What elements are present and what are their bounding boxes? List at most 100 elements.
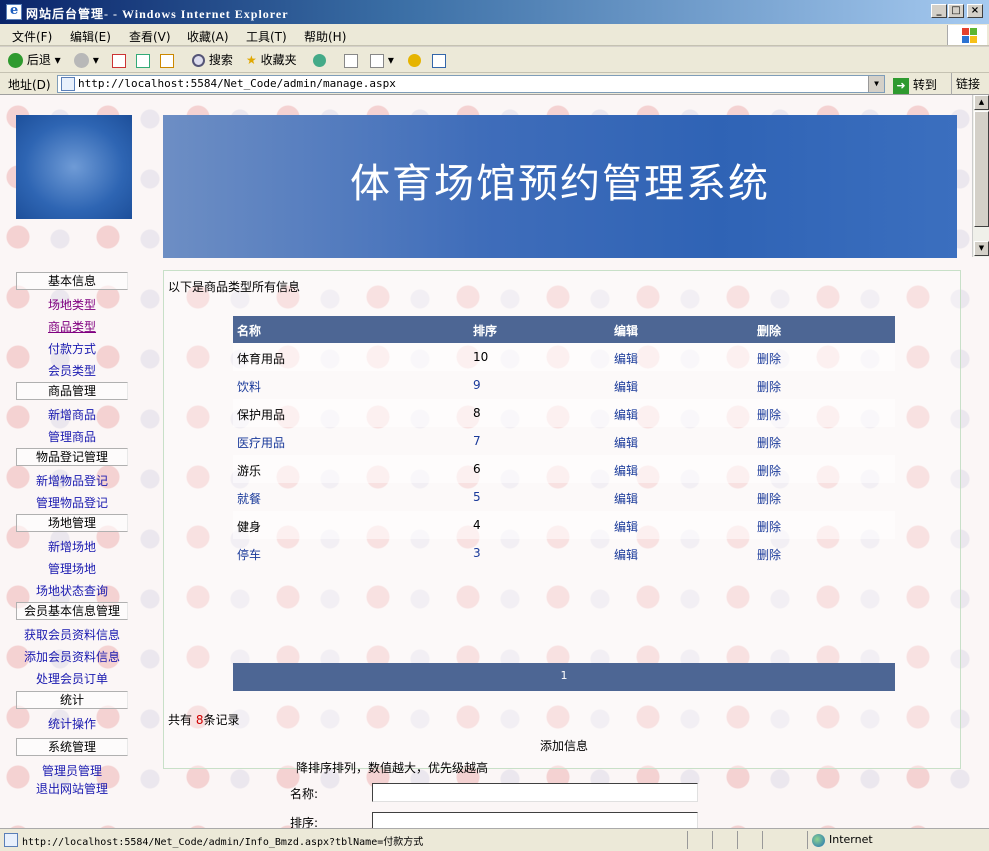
page-scrollbar[interactable]: ▲ ▼	[972, 95, 989, 257]
refresh-button[interactable]	[136, 51, 150, 69]
content-panel: 以下是商品类型所有信息 名称 排序 编辑 删除 体育用品 10 编辑 删除 饮料…	[163, 270, 961, 828]
menu-favorites[interactable]: 收藏(A)	[187, 28, 229, 45]
globe-icon	[812, 833, 825, 847]
scroll-thumb[interactable]	[974, 111, 989, 227]
sidebar-section-system[interactable]: 系统管理	[16, 738, 128, 756]
mail-button[interactable]	[344, 51, 358, 69]
address-input[interactable]: http://localhost:5584/Net_Code/admin/man…	[57, 75, 885, 93]
go-label: 转到	[912, 78, 937, 92]
sidebar-section-stats[interactable]: 统计	[16, 691, 128, 709]
order-input[interactable]	[372, 812, 698, 828]
delete-link[interactable]: 删除	[757, 518, 781, 535]
menu-file[interactable]: 文件(F)	[12, 28, 52, 45]
row-name: 体育用品	[237, 352, 286, 366]
forward-button[interactable]: ▾	[74, 51, 99, 69]
star-icon: ★	[246, 53, 257, 67]
delete-link[interactable]: 删除	[757, 350, 781, 367]
edit-link[interactable]: 编辑	[614, 434, 638, 451]
delete-link[interactable]: 删除	[757, 462, 781, 479]
sidebar-item-venue-status[interactable]: 场地状态查询	[36, 582, 108, 599]
back-arrow-icon	[8, 53, 23, 68]
sidebar-item-product-type[interactable]: 商品类型	[48, 318, 96, 335]
stop-button[interactable]	[112, 51, 126, 69]
delete-link[interactable]: 删除	[757, 406, 781, 423]
status-divider	[687, 831, 688, 849]
sidebar-section-item-registry[interactable]: 物品登记管理	[16, 448, 128, 466]
favorites-button[interactable]: ★ 收藏夹	[246, 51, 297, 69]
edit-link[interactable]: 编辑	[614, 406, 638, 423]
edit-link[interactable]: 编辑	[614, 490, 638, 507]
delete-link[interactable]: 删除	[757, 546, 781, 563]
messenger-button[interactable]	[408, 51, 421, 69]
security-zone: Internet	[812, 833, 873, 847]
discuss-button[interactable]	[432, 51, 446, 69]
sidebar-item-get-member-info[interactable]: 获取会员资料信息	[24, 626, 120, 643]
row-order: 4	[473, 518, 481, 532]
back-button[interactable]: 后退 ▾	[8, 51, 61, 69]
sidebar-item-add-member-info[interactable]: 添加会员资料信息	[24, 648, 120, 665]
sidebar-item-manage-registry[interactable]: 管理物品登记	[36, 494, 108, 511]
windows-logo-icon	[947, 25, 987, 45]
home-button[interactable]	[160, 51, 174, 69]
messenger-icon	[408, 54, 421, 67]
row-name: 保护用品	[237, 408, 286, 422]
intro-text: 以下是商品类型所有信息	[168, 280, 301, 294]
minimize-button[interactable]: _	[931, 4, 947, 18]
name-input[interactable]	[372, 783, 698, 802]
sidebar-section-products[interactable]: 商品管理	[16, 382, 128, 400]
back-label: 后退	[26, 53, 51, 67]
menu-tools[interactable]: 工具(T)	[246, 28, 287, 45]
delete-link[interactable]: 删除	[757, 378, 781, 395]
ie-logo-icon	[6, 3, 22, 20]
table-row: 停车 3 编辑 删除	[233, 539, 895, 567]
status-page-icon	[4, 833, 18, 847]
print-button[interactable]: ▾	[370, 51, 394, 69]
table-row: 体育用品 10 编辑 删除	[233, 343, 895, 371]
menu-edit[interactable]: 编辑(E)	[70, 28, 111, 45]
search-icon	[192, 54, 205, 67]
address-dropdown-icon[interactable]: ▼	[868, 76, 884, 92]
sidebar-item-admin-management[interactable]: 管理员管理	[42, 762, 102, 779]
table-row: 健身 4 编辑 删除	[233, 511, 895, 539]
status-bar: http://localhost:5584/Net_Code/admin/Inf…	[0, 828, 989, 851]
sidebar-item-member-type[interactable]: 会员类型	[48, 362, 96, 379]
sidebar-item-exit-admin[interactable]: 退出网站管理	[36, 780, 108, 797]
sidebar-item-payment-method[interactable]: 付款方式	[48, 340, 96, 357]
edit-link[interactable]: 编辑	[614, 462, 638, 479]
order-label: 排序:	[290, 816, 319, 828]
column-header-name: 名称	[237, 324, 262, 338]
sidebar-item-manage-venues[interactable]: 管理场地	[48, 560, 96, 577]
edit-link[interactable]: 编辑	[614, 378, 638, 395]
count-prefix: 共有	[168, 713, 193, 727]
sidebar-section-venues[interactable]: 场地管理	[16, 514, 128, 532]
sidebar-item-venue-type[interactable]: 场地类型	[48, 296, 96, 313]
menu-view[interactable]: 查看(V)	[129, 28, 171, 45]
maximize-button[interactable]: □	[948, 4, 964, 18]
scroll-up-icon[interactable]: ▲	[974, 95, 989, 110]
sidebar-item-add-registry[interactable]: 新增物品登记	[36, 472, 108, 489]
go-arrow-icon: ➜	[893, 77, 909, 94]
scroll-down-icon[interactable]: ▼	[974, 241, 989, 256]
column-header-order: 排序	[473, 324, 498, 338]
sidebar-item-member-orders[interactable]: 处理会员订单	[36, 670, 108, 687]
menu-help[interactable]: 帮助(H)	[304, 28, 346, 45]
sidebar-item-add-product[interactable]: 新增商品	[48, 406, 96, 423]
close-button[interactable]: ×	[967, 4, 983, 18]
edit-link[interactable]: 编辑	[614, 518, 638, 535]
sidebar-section-members[interactable]: 会员基本信息管理	[16, 602, 128, 620]
go-button[interactable]: ➜ 转到	[893, 76, 937, 94]
pager-page-1[interactable]: 1	[561, 669, 568, 682]
search-button[interactable]: 搜索	[192, 51, 233, 69]
edit-link[interactable]: 编辑	[614, 546, 638, 563]
sidebar-item-manage-products[interactable]: 管理商品	[48, 428, 96, 445]
links-button[interactable]: 链接	[951, 73, 980, 95]
sidebar-item-add-venue[interactable]: 新增场地	[48, 538, 96, 555]
sidebar-section-basic[interactable]: 基本信息	[16, 272, 128, 290]
delete-link[interactable]: 删除	[757, 434, 781, 451]
row-name: 游乐	[237, 464, 262, 478]
delete-link[interactable]: 删除	[757, 490, 781, 507]
history-button[interactable]	[313, 51, 326, 69]
edit-link[interactable]: 编辑	[614, 350, 638, 367]
sidebar-item-stats-operation[interactable]: 统计操作	[48, 715, 96, 732]
status-divider	[762, 831, 763, 849]
